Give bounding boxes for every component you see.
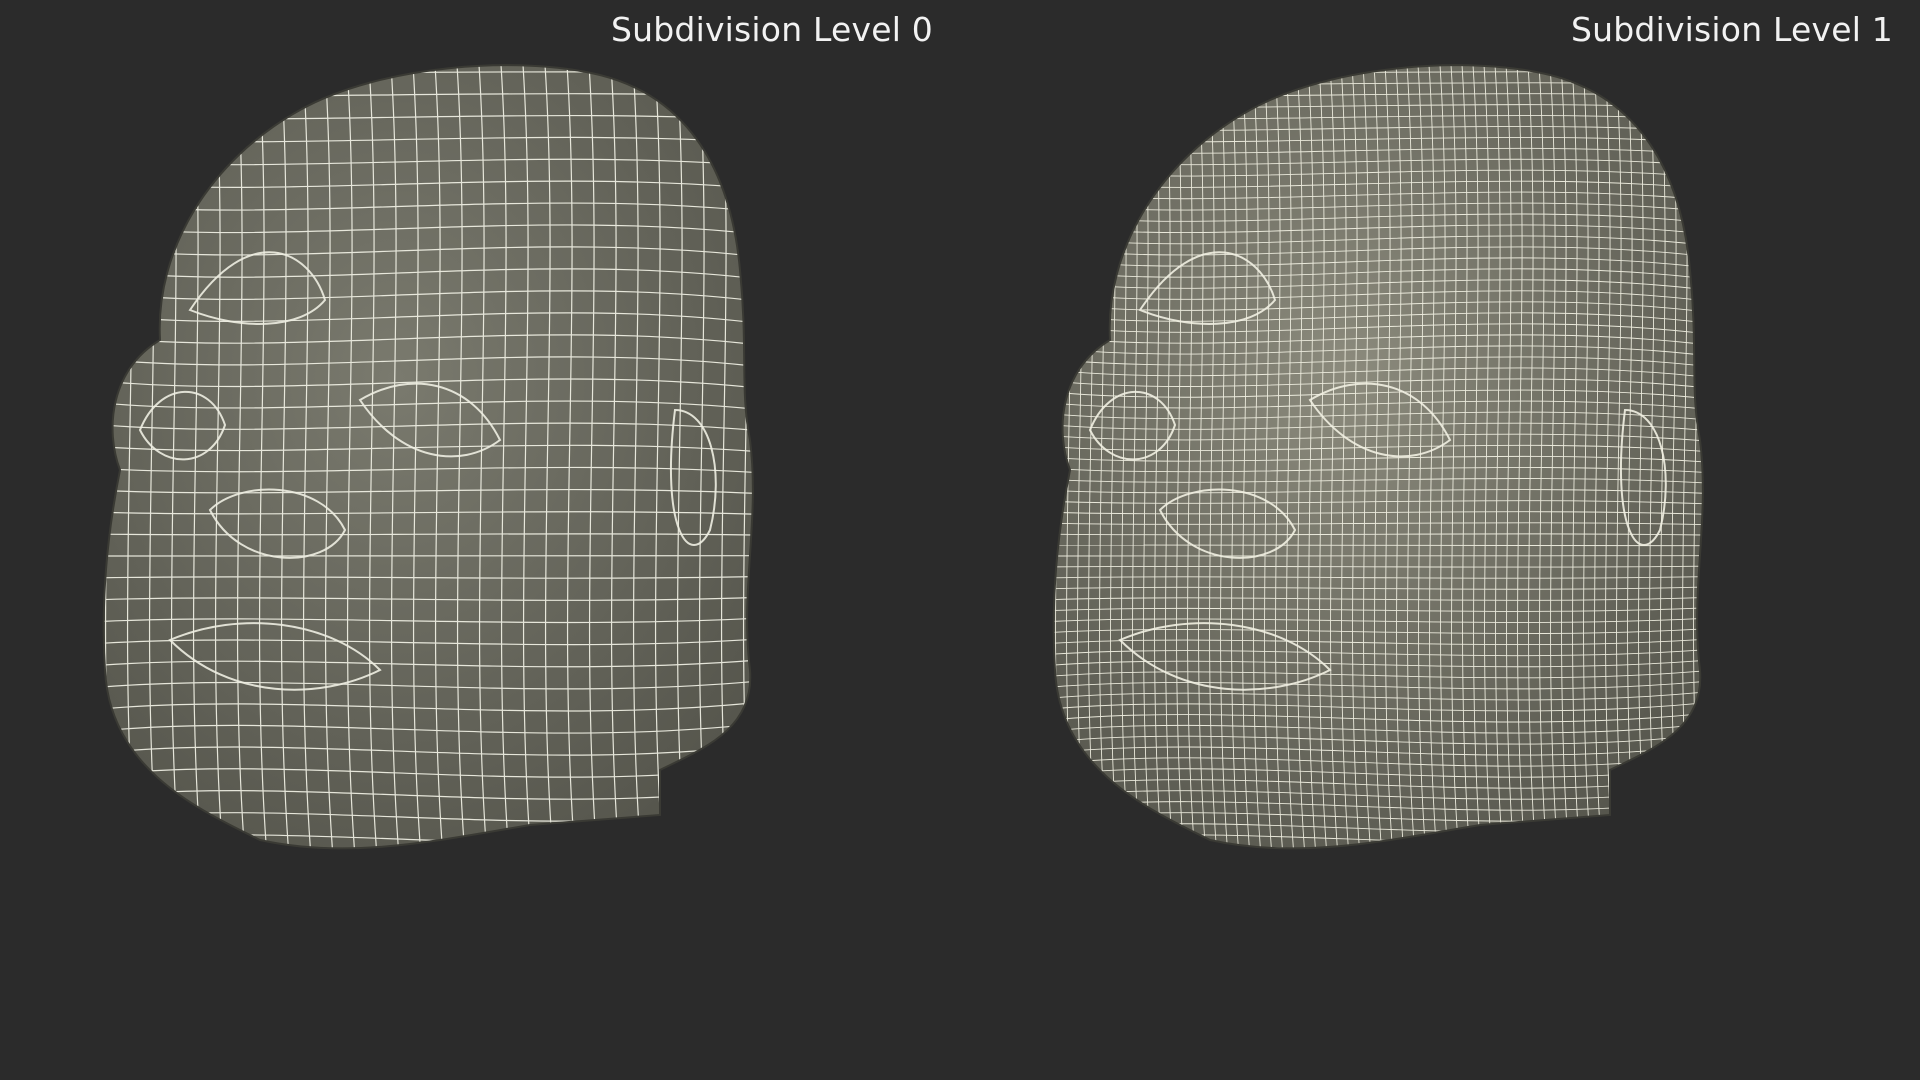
viewport-left — [100, 50, 980, 1050]
head-mesh-level-1 — [1052, 64, 1704, 850]
render-stage: Subdivision Level 0 Subdivision Level 1 — [0, 0, 1920, 1080]
caption-subdivision-level-1: Subdivision Level 1 — [1571, 10, 1893, 49]
viewport-right — [1020, 50, 1900, 1050]
caption-subdivision-level-0: Subdivision Level 0 — [611, 10, 933, 49]
head-mesh-level-0 — [102, 64, 754, 850]
